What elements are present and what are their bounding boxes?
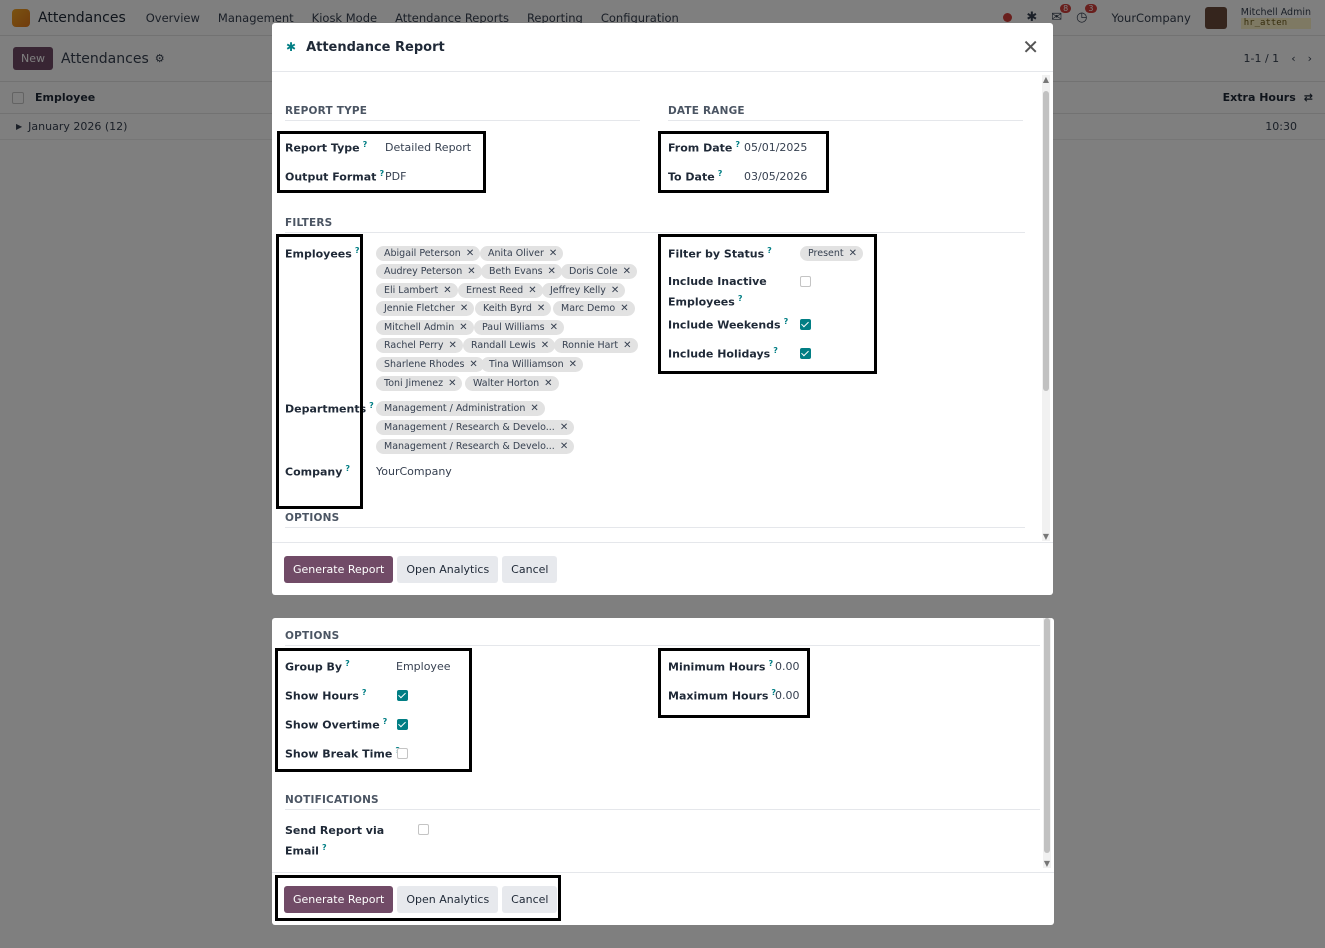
highlight-box (658, 234, 877, 374)
remove-tag-icon: ✕ (610, 285, 620, 296)
remove-tag-icon: ✕ (459, 303, 469, 314)
employee-tag[interactable]: Eli Lambert ✕ (376, 283, 458, 298)
remove-tag-icon: ✕ (622, 266, 631, 277)
highlight-box (275, 648, 472, 772)
section-options: OPTIONS (285, 512, 340, 524)
bug-icon: ✱ (286, 40, 297, 54)
remove-tag-icon: ✕ (623, 340, 632, 351)
employee-tag[interactable]: Toni Jimenez ✕ (376, 376, 463, 391)
help-icon: ? (369, 401, 374, 410)
employee-tag[interactable]: Keith Byrd ✕ (475, 301, 552, 316)
remove-tag-icon: ✕ (536, 303, 546, 314)
employee-tag[interactable]: Ernest Reed ✕ (458, 283, 543, 298)
remove-tag-icon: ✕ (465, 248, 475, 259)
dialog-title: Attendance Report (306, 39, 445, 55)
section-report-type: REPORT TYPE (285, 105, 368, 117)
divider (285, 527, 1025, 528)
remove-tag-icon: ✕ (540, 340, 550, 351)
dialog-scrollbar[interactable]: ▲ ▼ (1042, 75, 1050, 541)
remove-tag-icon: ✕ (528, 285, 537, 296)
help-icon: ? (321, 843, 327, 852)
remove-tag-icon: ✕ (448, 340, 457, 351)
scroll-up-arrow-icon[interactable]: ▲ (1042, 75, 1050, 84)
attendance-report-dialog: ✱ Attendance Report ✕ REPORT TYPE DATE R… (272, 23, 1053, 595)
employee-tag[interactable]: Doris Cole ✕ (561, 264, 637, 279)
employee-tag[interactable]: Tina Williamson ✕ (481, 357, 584, 372)
scroll-down-arrow-icon[interactable]: ▼ (1043, 859, 1051, 868)
employee-tag[interactable]: Walter Horton ✕ (465, 376, 559, 391)
dialog-header: ✱ Attendance Report ✕ (272, 23, 1053, 72)
open-analytics-button[interactable]: Open Analytics (397, 555, 499, 583)
remove-tag-icon: ✕ (544, 378, 553, 389)
remove-tag-icon: ✕ (549, 322, 558, 333)
divider (285, 809, 1040, 810)
close-icon[interactable]: ✕ (1022, 35, 1039, 59)
remove-tag-icon: ✕ (443, 285, 452, 296)
scroll-thumb[interactable] (1043, 91, 1049, 391)
employee-tag[interactable]: Abigail Peterson ✕ (376, 246, 481, 261)
employee-tag[interactable]: Paul Williams ✕ (474, 320, 564, 335)
section-filters: FILTERS (285, 217, 333, 229)
remove-tag-icon: ✕ (559, 441, 569, 452)
employee-tag[interactable]: Jennie Fletcher ✕ (376, 301, 475, 316)
divider (285, 645, 1040, 646)
employee-tag[interactable]: Randall Lewis ✕ (463, 338, 556, 353)
highlight-box (275, 875, 561, 921)
company-select[interactable]: YourCompany (376, 465, 452, 478)
remove-tag-icon: ✕ (467, 266, 476, 277)
highlight-box (276, 234, 363, 509)
dialog-scrollbar[interactable]: ▼ (1043, 618, 1051, 868)
remove-tag-icon: ✕ (559, 422, 569, 433)
scroll-down-arrow-icon[interactable]: ▼ (1042, 532, 1050, 541)
divider (285, 120, 640, 121)
scroll-thumb[interactable] (1044, 618, 1050, 853)
divider (285, 232, 1025, 233)
remove-tag-icon: ✕ (469, 359, 478, 370)
cancel-button[interactable]: Cancel (502, 555, 558, 583)
employee-tag[interactable]: Marc Demo ✕ (553, 301, 635, 316)
employee-tag[interactable]: Audrey Peterson ✕ (376, 264, 482, 279)
employee-tag[interactable]: Sharlene Rhodes ✕ (376, 357, 484, 372)
remove-tag-icon: ✕ (620, 303, 629, 314)
department-tag[interactable]: Management / Research & Develo... ✕ (376, 420, 575, 435)
remove-tag-icon: ✕ (530, 403, 539, 414)
employee-tag[interactable]: Beth Evans ✕ (481, 264, 562, 279)
employee-tag[interactable]: Mitchell Admin ✕ (376, 320, 474, 335)
attendance-report-dialog-scrolled: OPTIONS Group By? Employee Show Hours? S… (272, 618, 1054, 925)
remove-tag-icon: ✕ (448, 378, 457, 389)
department-tag[interactable]: Management / Research & Develo... ✕ (376, 439, 575, 454)
generate-report-button[interactable]: Generate Report (284, 555, 394, 583)
highlight-box (658, 648, 810, 718)
remove-tag-icon: ✕ (568, 359, 578, 370)
remove-tag-icon: ✕ (548, 248, 558, 259)
send-email-label: Send Report via Email? (285, 824, 385, 858)
remove-tag-icon: ✕ (459, 322, 468, 333)
employee-tag[interactable]: Anita Oliver ✕ (480, 246, 564, 261)
send-email-checkbox[interactable] (418, 824, 429, 835)
dialog-body[interactable]: REPORT TYPE DATE RANGE Report Type? Deta… (272, 73, 1039, 543)
employee-tag[interactable]: Ronnie Hart ✕ (554, 338, 638, 353)
employee-tag[interactable]: Rachel Perry ✕ (376, 338, 463, 353)
remove-tag-icon: ✕ (547, 266, 556, 277)
highlight-box (658, 131, 829, 193)
highlight-box (277, 131, 486, 193)
section-options: OPTIONS (285, 630, 340, 642)
dialog-footer: Generate Report Open Analytics Cancel (272, 542, 1053, 595)
section-date-range: DATE RANGE (668, 105, 745, 117)
department-tag[interactable]: Management / Administration ✕ (376, 401, 545, 416)
employee-tag[interactable]: Jeffrey Kelly ✕ (542, 283, 626, 298)
section-notifications: NOTIFICATIONS (285, 794, 379, 806)
divider (668, 120, 1023, 121)
